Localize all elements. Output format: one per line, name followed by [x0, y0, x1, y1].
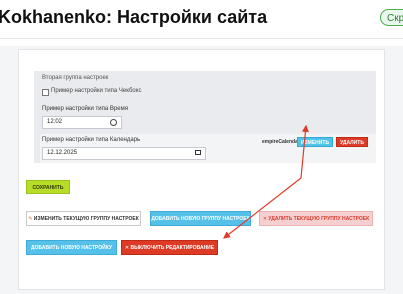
settings-card: Вторая группа настроек Пример настройки … [18, 49, 385, 290]
edit-group-label: ИЗМЕНИТЬ ТЕКУЩУЮ ГРУППУ НАСТРОЕК [33, 216, 139, 222]
content-area: Вторая группа настроек Пример настройки … [0, 46, 403, 294]
delete-setting-button[interactable]: УДАЛИТЬ [336, 137, 368, 147]
time-input[interactable]: 12:02 [42, 116, 122, 129]
group-title: Вторая группа настроек [42, 75, 109, 81]
time-setting-label: Пример настройки типа Время [42, 106, 128, 112]
add-setting-button[interactable]: ДОБАВИТЬ НОВУЮ НАСТРОЙКУ [26, 240, 117, 255]
edit-group-button[interactable]: ✎ ИЗМЕНИТЬ ТЕКУЩУЮ ГРУППУ НАСТРОЕК [26, 211, 141, 226]
save-button[interactable]: СОХРАНИТЬ [26, 180, 70, 194]
pencil-icon: ✎ [28, 216, 33, 222]
date-value: 12.12.2025 [47, 150, 78, 156]
settings-group: Вторая группа настроек Пример настройки … [34, 71, 376, 163]
disable-editing-button[interactable]: ✕ ВЫКЛЮЧИТЬ РЕДАКТИРОВАНИЕ [121, 240, 218, 255]
date-input[interactable]: 12.12.2025 [42, 147, 206, 160]
clock-icon[interactable] [110, 119, 117, 126]
checkbox-setting-label: Пример настройки типа Чекбокс [51, 88, 142, 94]
edit-setting-button[interactable]: ИЗМЕНИТЬ [297, 137, 333, 147]
checkbox-setting[interactable] [42, 89, 49, 96]
scripts-pill-button[interactable]: Скрипты [380, 9, 403, 26]
x-icon: ✕ [262, 216, 268, 222]
time-value: 12:02 [47, 119, 63, 125]
setting-code: empireCalendar [262, 139, 300, 145]
add-group-button[interactable]: ДОБАВИТЬ НОВУЮ ГРУППУ НАСТРОЕК [150, 211, 251, 226]
top-bar: Kokhanenko: Настройки сайта Скрипты [0, 0, 403, 39]
disable-editing-label: ВЫКЛЮЧИТЬ РЕДАКТИРОВАНИЕ [130, 245, 215, 251]
page-title: Kokhanenko: Настройки сайта [0, 7, 268, 27]
calendar-setting-label: Пример настройки типа Календарь [42, 137, 141, 143]
calendar-icon[interactable] [195, 150, 201, 155]
delete-group-button[interactable]: ✕ УДАЛИТЬ ТЕКУЩУЮ ГРУППУ НАСТРОЕК [259, 211, 373, 226]
x-icon: ✕ [124, 245, 130, 251]
delete-group-label: УДАЛИТЬ ТЕКУЩУЮ ГРУППУ НАСТРОЕК [268, 216, 370, 222]
